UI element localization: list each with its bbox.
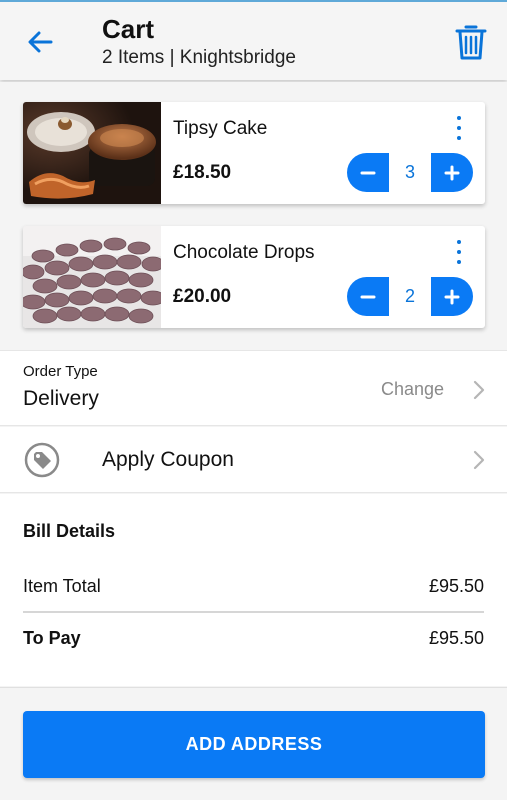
tipsy-cake-photo [23,102,161,204]
apply-coupon-label: Apply Coupon [102,448,234,471]
bill-details-section: Bill Details Item Total £95.50 To Pay £9… [0,494,507,686]
change-order-type-button[interactable]: Change [381,379,444,400]
chevron-right-icon [473,380,485,400]
quantity-value: 2 [389,277,431,316]
apply-coupon-row[interactable]: Apply Coupon [0,427,507,493]
more-vertical-icon [457,260,461,264]
item-total-value: £95.50 [428,576,484,596]
to-pay-label: To Pay [23,628,81,648]
cart-item: Tipsy Cake £18.50 3 [23,102,485,204]
plus-icon [444,165,460,180]
order-type-row[interactable]: Order Type Delivery Change [0,350,507,426]
decrease-quantity-button[interactable] [347,153,389,192]
cart-item-list: Tipsy Cake £18.50 3 Chocolate Drops £20.… [0,82,507,350]
page-subtitle: 2 Items | Knightsbridge [102,47,296,68]
minus-icon [360,171,376,174]
divider [23,611,484,613]
page-title: Cart [102,14,155,44]
order-type-label: Order Type [23,363,98,380]
to-pay-value: £95.50 [428,628,484,648]
more-vertical-icon [457,240,461,244]
item-name: Tipsy Cake [173,118,268,139]
quantity-stepper: 3 [347,153,473,192]
chocolate-drops-photo [23,226,161,328]
minus-icon [360,295,376,298]
more-options-button[interactable] [449,238,469,266]
footer-bar: ADD ADDRESS [0,687,507,800]
increase-quantity-button[interactable] [431,153,473,192]
more-vertical-icon [457,116,461,120]
more-vertical-icon [457,250,461,254]
chevron-right-icon [473,450,485,470]
item-name: Chocolate Drops [173,242,315,263]
item-total-label: Item Total [23,576,101,596]
more-options-button[interactable] [449,114,469,142]
item-price: £18.50 [173,162,232,183]
plus-icon [444,289,460,304]
bill-details-title: Bill Details [23,521,116,541]
back-button[interactable] [22,24,58,60]
order-type-value: Delivery [23,387,99,410]
more-vertical-icon [457,136,461,140]
more-vertical-icon [457,126,461,130]
item-price: £20.00 [173,286,232,307]
quantity-value: 3 [389,153,431,192]
clear-cart-button[interactable] [452,20,490,64]
increase-quantity-button[interactable] [431,277,473,316]
cart-item: Chocolate Drops £20.00 2 [23,226,485,328]
coupon-tag-icon [24,442,60,478]
decrease-quantity-button[interactable] [347,277,389,316]
arrow-left-icon [28,31,53,53]
add-address-button[interactable]: ADD ADDRESS [23,711,485,778]
trash-icon [455,25,487,60]
quantity-stepper: 2 [347,277,473,316]
app-header: Cart 2 Items | Knightsbridge [0,0,507,80]
